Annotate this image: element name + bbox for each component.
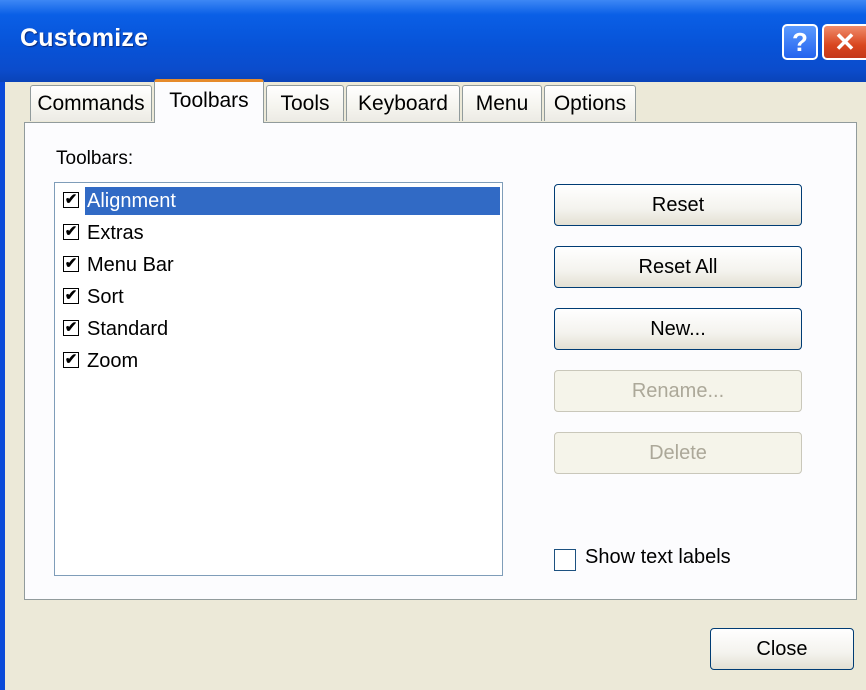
checkbox-sort[interactable]: ✔ (63, 288, 79, 304)
list-item-label: Standard (87, 318, 169, 340)
list-item-extras[interactable]: ✔ Extras (59, 218, 500, 248)
list-item-sort[interactable]: ✔ Sort (59, 282, 500, 312)
help-icon[interactable]: ? (782, 24, 818, 60)
window-title: Customize (20, 24, 149, 52)
list-item-label: Menu Bar (87, 254, 174, 276)
checkbox-alignment[interactable]: ✔ (63, 192, 79, 208)
list-item-alignment[interactable]: ✔ Alignment (59, 186, 500, 216)
show-text-labels-label[interactable]: Show text labels (585, 546, 731, 569)
title-bar[interactable]: Customize ? ✕ (0, 0, 866, 82)
list-item-label: Alignment (85, 187, 500, 215)
list-item-label: Zoom (87, 350, 139, 372)
tab-tools[interactable]: Tools (266, 85, 344, 121)
toolbars-listbox[interactable]: ✔ Alignment ✔ Extras ✔ Menu Bar ✔ Sort ✔… (54, 182, 503, 576)
tab-toolbars[interactable]: Toolbars (154, 79, 264, 123)
tab-keyboard[interactable]: Keyboard (346, 85, 460, 121)
close-icon[interactable]: ✕ (822, 24, 866, 60)
reset-all-button[interactable]: Reset All (554, 246, 802, 288)
customize-dialog: Customize ? ✕ Commands Toolbars Tools Ke… (0, 0, 866, 690)
checkbox-standard[interactable]: ✔ (63, 320, 79, 336)
list-item-menu-bar[interactable]: ✔ Menu Bar (59, 250, 500, 280)
show-text-labels-checkbox[interactable] (554, 549, 576, 571)
new-button[interactable]: New... (554, 308, 802, 350)
checkbox-menu-bar[interactable]: ✔ (63, 256, 79, 272)
checkbox-zoom[interactable]: ✔ (63, 352, 79, 368)
checkbox-extras[interactable]: ✔ (63, 224, 79, 240)
list-item-label: Sort (87, 286, 124, 308)
list-item-zoom[interactable]: ✔ Zoom (59, 346, 500, 376)
tab-options[interactable]: Options (544, 85, 636, 121)
close-button[interactable]: Close (710, 628, 854, 670)
list-item-standard[interactable]: ✔ Standard (59, 314, 500, 344)
tab-menu[interactable]: Menu (462, 85, 542, 121)
toolbars-list-label: Toolbars: (56, 148, 134, 169)
reset-button[interactable]: Reset (554, 184, 802, 226)
rename-button[interactable]: Rename... (554, 370, 802, 412)
delete-button[interactable]: Delete (554, 432, 802, 474)
list-item-label: Extras (87, 222, 144, 244)
tab-commands[interactable]: Commands (30, 85, 152, 121)
